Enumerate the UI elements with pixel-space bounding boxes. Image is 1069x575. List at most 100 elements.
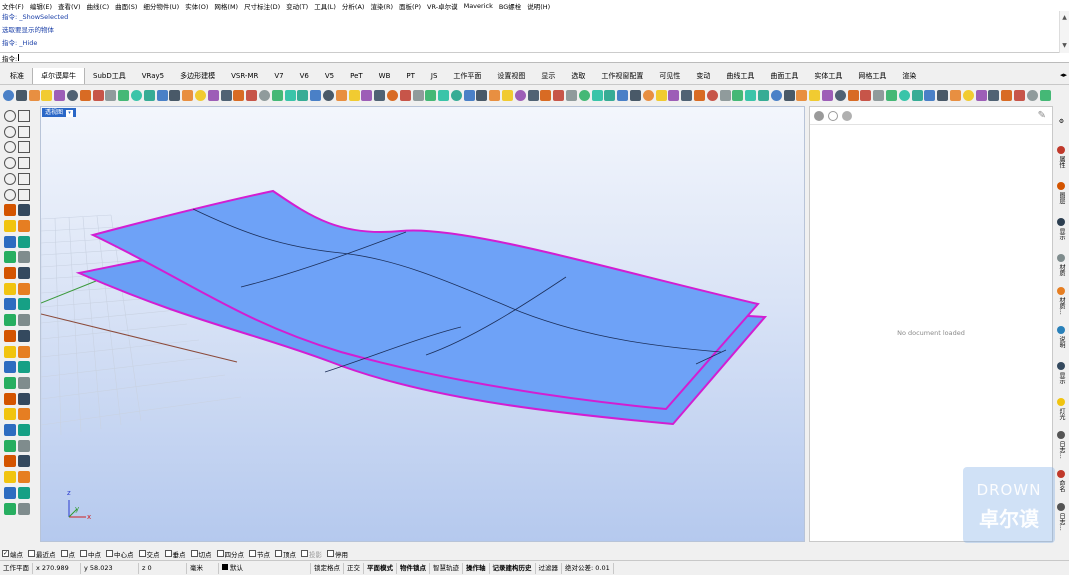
tool-icon[interactable] [412,89,424,101]
tool-icon[interactable] [4,455,16,468]
tool-icon[interactable] [578,89,590,101]
osnap-checkbox[interactable]: 交点 [138,549,160,559]
tool-icon[interactable] [4,172,16,185]
tool-icon[interactable] [783,89,795,101]
toolbar-tab[interactable]: 设置视图 [489,69,533,84]
tool-icon[interactable] [105,89,117,101]
tool-icon[interactable] [4,219,16,232]
tool-icon[interactable] [18,486,30,499]
tool-icon[interactable] [4,282,16,295]
side-tab[interactable]: 图层 [1055,176,1067,210]
tab-scroll-arrow-icon[interactable]: ◂▸ [1060,71,1067,79]
tool-icon[interactable] [4,471,16,484]
tool-icon[interactable] [18,345,30,358]
tool-icon[interactable] [92,89,104,101]
side-tab[interactable]: 日志... [1055,428,1067,462]
tool-icon[interactable] [502,89,514,101]
osnap-checkbox[interactable]: 最近点 [28,549,56,559]
status-toggle[interactable]: 物件锁点 [397,562,430,574]
tool-icon[interactable] [4,486,16,499]
side-tab[interactable]: 日志... [1055,500,1067,534]
toolbar-tab[interactable]: WB [371,69,399,84]
units[interactable]: 毫米 [187,562,219,574]
side-tab[interactable]: 显示 [1055,356,1067,390]
tool-icon[interactable] [18,204,30,217]
toolbar-tab[interactable]: SubD工具 [85,69,134,84]
tool-icon[interactable] [617,89,629,101]
tool-icon[interactable] [18,251,30,264]
tool-icon[interactable] [169,89,181,101]
tool-icon[interactable] [4,392,16,405]
status-toggle[interactable]: 平面模式 [364,562,397,574]
tool-icon[interactable] [4,314,16,327]
tool-icon[interactable] [18,471,30,484]
tool-icon[interactable] [118,89,130,101]
viewport-title-tab[interactable]: 透视图 ▾ [42,108,77,117]
tool-icon[interactable] [4,408,16,421]
tool-icon[interactable] [18,298,30,311]
tool-icon[interactable] [719,89,731,101]
tool-icon[interactable] [18,219,30,232]
tool-icon[interactable] [4,125,16,138]
tool-icon[interactable] [18,172,30,185]
scroll-up-icon[interactable]: ▲ [1060,11,1069,25]
tool-icon[interactable] [258,89,270,101]
tool-icon[interactable] [207,89,219,101]
menu-item[interactable]: 细分物件(U) [143,1,179,11]
tool-icon[interactable] [156,89,168,101]
menu-item[interactable]: BG螺栓 [499,1,521,11]
osnap-checkbox[interactable]: 节点 [249,549,270,559]
tool-icon[interactable] [4,424,16,436]
osnap-checkbox[interactable]: 投影 [301,549,322,559]
status-toggle[interactable]: 过滤器 [536,562,562,574]
tool-icon[interactable] [591,89,603,101]
toolbar-tab[interactable]: V5 [317,69,342,84]
tool-icon[interactable] [1039,89,1051,101]
tool-icon[interactable] [4,251,16,264]
toolbar-tab[interactable]: 变动 [688,69,718,84]
tool-icon[interactable] [4,141,16,154]
tool-icon[interactable] [18,235,30,248]
osnap-checkbox[interactable]: ✓ 端点 [2,549,23,559]
tool-icon[interactable] [630,89,642,101]
tool-icon[interactable] [1001,89,1013,101]
tool-icon[interactable] [310,89,322,101]
tool-icon[interactable] [694,89,706,101]
tool-icon[interactable] [3,89,14,101]
tool-icon[interactable] [4,110,16,122]
tool-icon[interactable] [18,141,30,154]
tool-icon[interactable] [18,424,30,436]
tool-icon[interactable] [348,89,360,101]
scroll-down-icon[interactable]: ▼ [1060,39,1069,53]
tool-icon[interactable] [1013,89,1025,101]
tool-icon[interactable] [489,89,501,101]
tool-icon[interactable] [271,89,283,101]
menu-item[interactable]: 工具(L) [314,1,336,11]
tool-icon[interactable] [41,89,53,101]
toolbar-tab[interactable]: 选取 [563,69,593,84]
osnap-checkbox[interactable]: 顶点 [275,549,296,559]
tool-icon[interactable] [4,439,16,452]
tool-icon[interactable] [450,89,462,101]
cplane-indicator[interactable]: 工作平面 [0,562,33,574]
tool-icon[interactable] [4,157,16,170]
tool-icon[interactable] [399,89,411,101]
menu-item[interactable]: 编辑(E) [30,1,52,11]
tool-icon[interactable] [284,89,296,101]
osnap-checkbox[interactable]: 中心点 [106,549,134,559]
pencil-icon[interactable]: ✎ [1038,110,1046,121]
tool-icon[interactable] [924,89,936,101]
tool-icon[interactable] [28,89,40,101]
tool-icon[interactable] [18,361,30,374]
tool-icon[interactable] [246,89,258,101]
tool-icon[interactable] [143,89,155,101]
side-tab[interactable]: 命名 [1055,464,1067,498]
tool-icon[interactable] [18,157,30,170]
menu-item[interactable]: 变动(T) [286,1,308,11]
menu-item[interactable]: VR-卓尔谟 [427,1,458,11]
toolbar-tab[interactable]: 网格工具 [850,69,894,84]
tool-icon[interactable] [860,89,872,101]
tool-icon[interactable] [233,89,245,101]
side-tab[interactable]: 材质... [1055,284,1067,318]
tool-icon[interactable] [4,329,16,342]
